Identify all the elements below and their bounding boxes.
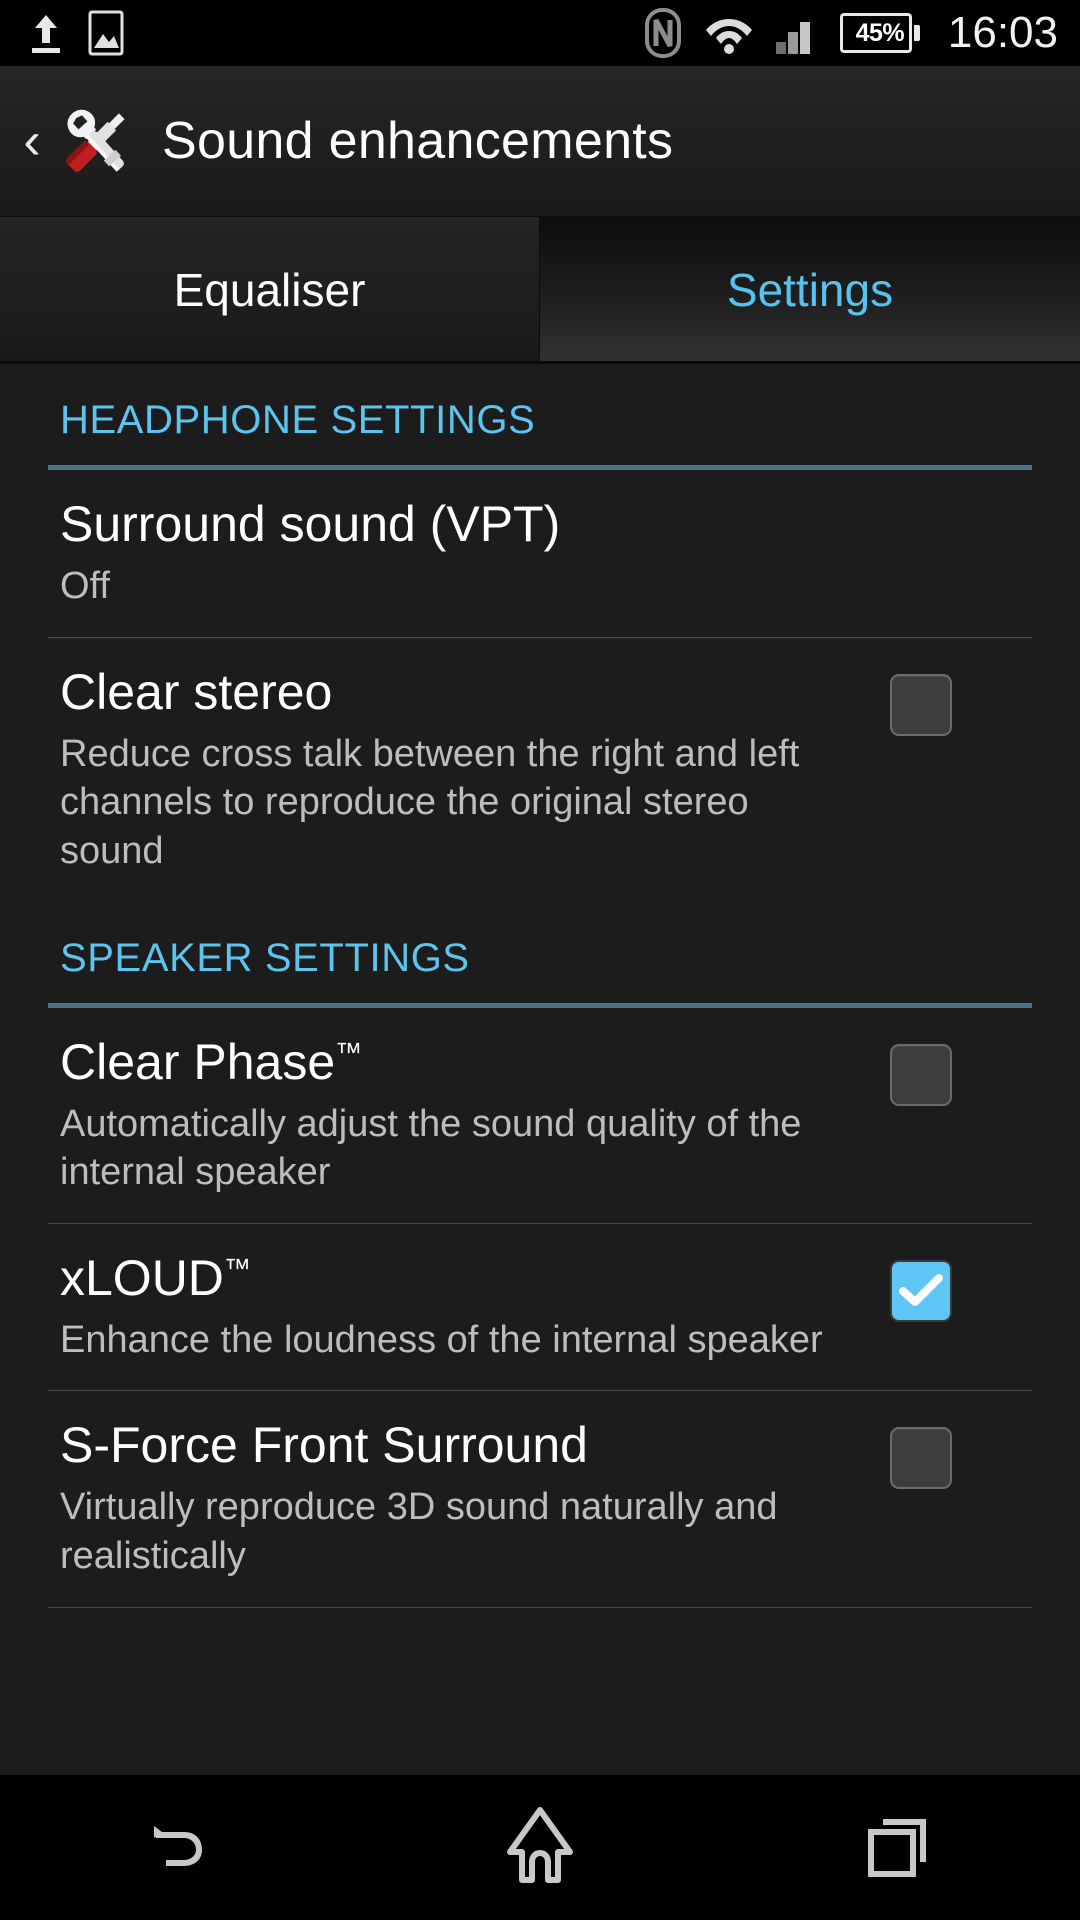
navigation-bar [0,1775,1080,1920]
checkbox-cell [890,1034,1080,1106]
xloud-checkbox[interactable] [890,1259,952,1322]
status-bar-clock: 16:03 [947,8,1058,57]
upload-icon [26,11,66,55]
section-header-label: SPEAKER SETTINGS [60,935,470,980]
list-item-title: S-Force Front Surround [60,1417,588,1474]
row-text-block: S-Force Front Surround Virtually reprodu… [0,1417,890,1580]
list-divider [48,1606,1032,1608]
battery-indicator: 45% [839,13,920,53]
nfc-icon [642,8,684,58]
tab-bar: Equaliser Settings [0,217,1080,363]
section-speaker-settings: SPEAKER SETTINGS Clear Phase™ Automatica… [0,902,1080,1608]
phone-screen: 45% 16:03 ‹ Sound enhancements Equaliser… [0,0,1080,1920]
row-text-block: xLOUD™ Enhance the loudness of the inter… [0,1250,890,1365]
recents-icon [863,1808,937,1887]
status-bar-left-icons [26,10,124,56]
list-item-title: Clear Phase™ [60,1034,860,1090]
trademark-icon: ™ [223,1253,251,1284]
recents-button[interactable] [720,1775,1080,1920]
list-item-subtitle: Virtually reproduce 3D sound naturally a… [60,1486,778,1577]
home-icon [502,1806,578,1889]
list-item[interactable]: Surround sound (VPT) Off [0,470,1080,637]
checkbox-cell [890,664,1080,736]
wifi-icon [704,11,754,55]
tools-wrench-screwdriver-icon [54,98,140,184]
tab-equaliser[interactable]: Equaliser [0,217,540,363]
back-chevron-icon[interactable]: ‹ [12,115,52,167]
check-icon [899,1273,943,1306]
back-icon [140,1810,220,1885]
list-item-subtitle: Enhance the loudness of the internal spe… [60,1318,823,1361]
screenshot-image-icon [88,10,124,56]
checkbox-cell [890,1417,1080,1490]
list-item-title-text: xLOUD [60,1249,224,1306]
row-text-block: Clear Phase™ Automatically adjust the so… [0,1034,890,1197]
list-item[interactable]: Clear Phase™ Automatically adjust the so… [0,1008,1080,1223]
clear-stereo-checkbox[interactable] [890,673,952,736]
back-button[interactable] [0,1775,360,1920]
list-item-title: Clear stereo [60,663,333,720]
checkbox-cell [890,1250,1080,1322]
home-button[interactable] [360,1775,720,1920]
list-item-subtitle: Off [60,565,110,607]
status-bar: 45% 16:03 [0,0,1080,66]
list-item-subtitle: Reduce cross talk between the right and … [60,732,800,872]
settings-list[interactable]: HEADPHONE SETTINGS Surround sound (VPT) … [0,364,1080,1775]
clear-phase-checkbox[interactable] [890,1043,952,1106]
list-item-title: Surround sound (VPT) [60,496,561,552]
battery-percent-label: 45% [855,18,905,47]
list-item[interactable]: S-Force Front Surround Virtually reprodu… [0,1391,1080,1606]
page-title: Sound enhancements [162,112,674,170]
row-text-block: Clear stereo Reduce cross talk between t… [0,664,890,876]
row-text-block: Surround sound (VPT) Off [0,496,1080,611]
list-item-title-text: Clear Phase [60,1033,336,1090]
cellular-signal-icon [774,10,820,56]
trademark-icon: ™ [335,1036,363,1067]
action-bar: ‹ Sound enhancements [0,66,1080,217]
list-item[interactable]: Clear stereo Reduce cross talk between t… [0,638,1080,902]
list-item[interactable]: xLOUD™ Enhance the loudness of the inter… [0,1224,1080,1391]
list-item-subtitle: Automatically adjust the sound quality o… [60,1102,802,1194]
status-bar-right-icons: 45% 16:03 [642,8,1058,58]
list-item-title: xLOUD™ [60,1250,860,1306]
tab-settings[interactable]: Settings [540,217,1080,363]
section-headphone-settings: HEADPHONE SETTINGS Surround sound (VPT) … [0,364,1080,902]
sforce-front-surround-checkbox[interactable] [890,1427,952,1490]
section-header-label: HEADPHONE SETTINGS [60,398,536,442]
